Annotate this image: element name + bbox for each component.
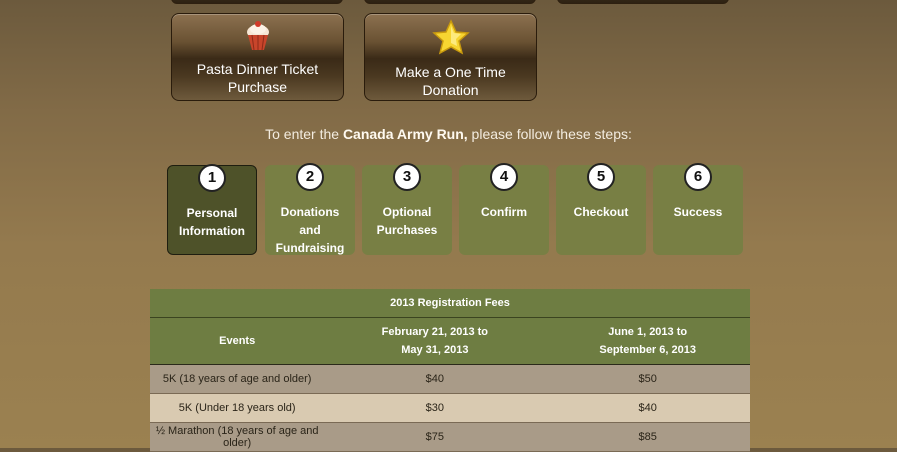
table-caption-row: 2013 Registration Fees xyxy=(150,289,750,318)
table-header-row: Events February 21, 2013 to May 31, 2013… xyxy=(150,317,750,365)
intro-text: To enter the Canada Army Run, please fol… xyxy=(0,126,897,142)
pasta-dinner-tile[interactable]: Pasta Dinner Ticket Purchase xyxy=(171,13,344,101)
step-label: Confirm xyxy=(481,205,527,219)
star-icon xyxy=(431,19,470,60)
table-row: 5K (18 years of age and older) $40 $50 xyxy=(150,364,750,394)
early-fee-cell: $75 xyxy=(324,422,546,452)
column-header-events: Events xyxy=(150,317,325,365)
top-tile-3[interactable] xyxy=(557,0,729,4)
step-checkout[interactable]: 5 Checkout xyxy=(556,163,646,255)
event-name: Canada Army Run, xyxy=(342,126,468,142)
table-caption: 2013 Registration Fees xyxy=(150,289,750,318)
top-tile-1[interactable] xyxy=(171,0,343,4)
step-success[interactable]: 6 Success xyxy=(653,163,743,255)
event-cell: 5K (Under 18 years old) xyxy=(150,393,325,423)
late-fee-cell: $85 xyxy=(545,422,750,452)
step-number: 6 xyxy=(684,163,712,191)
top-tile-2[interactable] xyxy=(364,0,536,4)
intro-after: please follow these steps: xyxy=(467,126,632,142)
column-header-early-period: February 21, 2013 to May 31, 2013 xyxy=(324,317,546,365)
step-label: Checkout xyxy=(573,205,629,219)
early-fee-cell: $30 xyxy=(324,393,546,423)
step-label: Success xyxy=(673,205,723,219)
event-cell: ½ Marathon (18 years of age and older) xyxy=(150,422,325,452)
step-label: Personal Information xyxy=(179,206,245,238)
cupcake-icon xyxy=(243,20,273,57)
step-label: Donations and Fundraising xyxy=(275,205,345,255)
table-row: ½ Marathon (18 years of age and older) $… xyxy=(150,422,750,452)
column-header-late-period: June 1, 2013 to September 6, 2013 xyxy=(545,317,750,365)
early-fee-cell: $40 xyxy=(324,364,546,394)
step-number: 1 xyxy=(198,164,226,192)
late-fee-cell: $50 xyxy=(545,364,750,394)
table-row: 5K (Under 18 years old) $30 $40 xyxy=(150,393,750,423)
one-time-donation-label: Make a One Time Donation xyxy=(395,64,506,98)
intro-before: To enter the xyxy=(265,126,343,142)
step-number: 5 xyxy=(587,163,615,191)
step-number: 3 xyxy=(393,163,421,191)
step-number: 4 xyxy=(490,163,518,191)
step-donations-and-fundraising[interactable]: 2 Donations and Fundraising xyxy=(265,163,355,255)
one-time-donation-tile[interactable]: Make a One Time Donation xyxy=(364,13,537,101)
step-confirm[interactable]: 4 Confirm xyxy=(459,163,549,255)
event-cell: 5K (18 years of age and older) xyxy=(150,364,325,394)
late-fee-cell: $40 xyxy=(545,393,750,423)
step-number: 2 xyxy=(296,163,324,191)
step-optional-purchases[interactable]: 3 Optional Purchases xyxy=(362,163,452,255)
registration-fees-table: 2013 Registration Fees Events February 2… xyxy=(150,289,750,452)
step-personal-information[interactable]: 1 Personal Information xyxy=(167,164,257,255)
pasta-dinner-label: Pasta Dinner Ticket Purchase xyxy=(196,61,319,95)
step-label: Optional Purchases xyxy=(376,205,438,237)
